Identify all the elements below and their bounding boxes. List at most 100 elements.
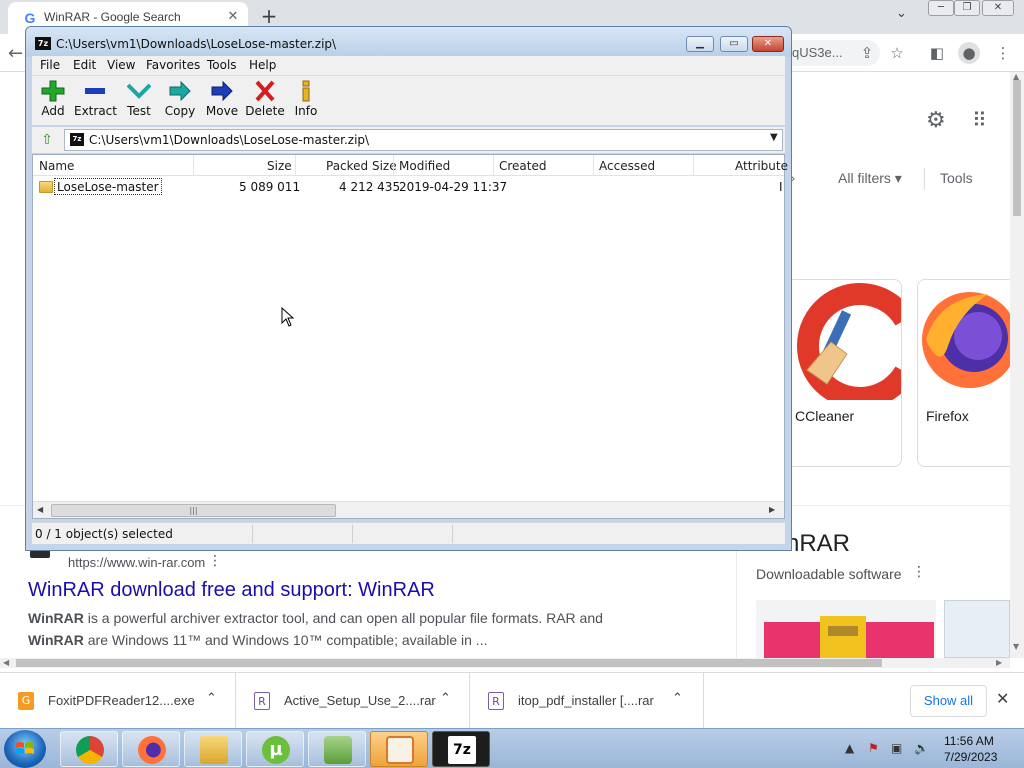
ccleaner-card[interactable]: CCleaner — [786, 279, 902, 467]
page-vertical-scrollbar[interactable]: ▲ ▼ — [1010, 72, 1024, 658]
action-center-icon[interactable]: ⚑ — [868, 741, 879, 755]
taskbar-explorer[interactable] — [184, 731, 242, 767]
minimize-button[interactable]: ▁ — [686, 36, 714, 52]
folder-up-icon[interactable]: ⇧ — [36, 131, 58, 149]
all-filters-button[interactable]: All filters ▾ — [838, 170, 902, 187]
tools-button[interactable]: Tools — [940, 170, 973, 186]
firefox-card[interactable]: Firefox — [917, 279, 1010, 467]
chevron-up-icon[interactable]: ⌃ — [672, 691, 683, 706]
menu-tools[interactable]: Tools — [207, 58, 237, 72]
scrollbar-thumb[interactable] — [1013, 80, 1021, 216]
column-created[interactable]: Created — [499, 159, 547, 173]
rar-file-icon: R — [488, 692, 504, 710]
close-button[interactable]: ✕ — [752, 36, 784, 52]
download-item[interactable]: R Active_Setup_Use_2....rar ⌃ — [236, 673, 470, 729]
scroll-up-icon[interactable]: ▲ — [1013, 72, 1019, 81]
menu-help[interactable]: Help — [249, 58, 276, 72]
column-separator[interactable] — [193, 155, 194, 176]
bookmark-star-icon[interactable]: ☆ — [886, 42, 908, 64]
column-packed-size[interactable]: Packed Size — [326, 159, 397, 173]
column-separator[interactable] — [393, 155, 394, 176]
move-button[interactable]: Move — [201, 78, 243, 124]
chevron-up-icon[interactable]: ⌃ — [206, 691, 217, 706]
scrollbar-thumb[interactable]: ||| — [51, 504, 336, 517]
more-options-icon[interactable]: ⋮ — [912, 564, 926, 580]
tray-expand-icon[interactable]: ▲ — [845, 741, 854, 755]
apps-grid-icon[interactable]: ⠿ — [972, 108, 987, 132]
chrome-minimize-button[interactable]: ─ — [928, 0, 954, 16]
column-separator[interactable] — [693, 155, 694, 176]
back-arrow-icon[interactable]: ← — [8, 43, 23, 64]
winrar-box-image[interactable] — [756, 600, 936, 658]
tab-search-chevron-icon[interactable]: ⌄ — [896, 6, 907, 21]
new-tab-button[interactable]: + — [258, 5, 280, 27]
copy-button[interactable]: Copy — [159, 78, 201, 124]
menu-favorites[interactable]: Favorites — [146, 58, 200, 72]
column-name[interactable]: Name — [39, 159, 74, 173]
download-item[interactable]: R itop_pdf_installer [....rar ⌃ — [470, 673, 704, 729]
chrome-close-button[interactable]: ✕ — [982, 0, 1014, 16]
page-horizontal-scrollbar[interactable]: ◀ ▶ — [0, 658, 1010, 668]
test-button[interactable]: Test — [118, 78, 160, 124]
download-item[interactable]: G FoxitPDFReader12....exe ⌃ — [0, 673, 236, 729]
taskbar-notepadpp[interactable] — [308, 731, 366, 767]
firefox-logo-icon — [922, 292, 1010, 388]
taskbar-chrome[interactable] — [60, 731, 118, 767]
scrollbar-thumb[interactable] — [16, 659, 882, 667]
table-row[interactable]: LoseLose-master 5 089 011 4 212 435 2019… — [33, 178, 784, 196]
profile-avatar[interactable]: ● — [958, 42, 980, 64]
column-separator[interactable] — [493, 155, 494, 176]
scroll-right-icon[interactable]: ▶ — [996, 658, 1002, 667]
column-attributes[interactable]: Attribute — [735, 159, 788, 173]
file-list[interactable]: Name Size Packed Size Modified Created A… — [32, 154, 788, 519]
column-separator[interactable] — [295, 155, 296, 176]
maximize-button[interactable]: ▭ — [720, 36, 748, 52]
taskbar-7zip[interactable]: 7z — [432, 731, 490, 767]
row-name[interactable]: LoseLose-master — [54, 178, 162, 195]
taskbar-archive-manager[interactable] — [370, 731, 428, 767]
start-button[interactable] — [4, 730, 46, 768]
extract-button[interactable]: Extract — [74, 78, 117, 124]
copy-arrow-icon — [169, 80, 191, 102]
scroll-right-icon[interactable]: ▶ — [769, 505, 775, 514]
tab-close-icon[interactable]: ✕ — [224, 8, 242, 26]
side-panel-icon[interactable]: ◧ — [926, 42, 948, 64]
volume-muted-icon[interactable]: 🔈 — [914, 741, 929, 755]
clock-date[interactable]: 7/29/2023 — [944, 750, 997, 764]
scroll-down-icon[interactable]: ▼ — [1013, 642, 1019, 651]
share-icon[interactable]: ⇪ — [856, 42, 878, 64]
list-header: Name Size Packed Size Modified Created A… — [33, 155, 788, 176]
ccleaner-logo-icon — [796, 283, 901, 409]
chevron-up-icon[interactable]: ⌃ — [440, 691, 451, 706]
menu-file[interactable]: File — [40, 58, 60, 72]
dropdown-arrow-icon[interactable]: ▼ — [770, 132, 778, 143]
column-accessed[interactable]: Accessed — [599, 159, 655, 173]
delete-button[interactable]: Delete — [244, 78, 286, 124]
taskbar-firefox[interactable] — [122, 731, 180, 767]
clock-time[interactable]: 11:56 AM — [944, 734, 994, 748]
gear-icon[interactable]: ⚙ — [926, 108, 946, 133]
close-downloads-icon[interactable]: ✕ — [996, 689, 1009, 708]
scroll-left-icon[interactable]: ◀ — [37, 505, 43, 514]
chrome-restore-button[interactable]: ❐ — [954, 0, 980, 16]
path-combobox[interactable]: 7z C:\Users\vm1\Downloads\LoseLose-maste… — [64, 129, 783, 151]
row-attributes: I — [779, 180, 783, 194]
add-button[interactable]: Add — [32, 78, 74, 124]
winrar-screenshot-image[interactable] — [944, 600, 1010, 658]
list-horizontal-scrollbar[interactable]: ◀ ||| ▶ — [33, 501, 784, 518]
result-title-link[interactable]: WinRAR download free and support: WinRAR — [28, 579, 435, 602]
show-all-downloads-button[interactable]: Show all — [910, 685, 987, 717]
chrome-menu-icon[interactable]: ⋮ — [992, 42, 1014, 64]
column-size[interactable]: Size — [267, 159, 292, 173]
menu-edit[interactable]: Edit — [73, 58, 96, 72]
column-separator[interactable] — [593, 155, 594, 176]
result-url[interactable]: https://www.win-rar.com — [68, 555, 205, 570]
column-modified[interactable]: Modified — [399, 159, 450, 173]
scroll-left-icon[interactable]: ◀ — [3, 658, 9, 667]
info-button[interactable]: Info — [285, 78, 327, 124]
sevenzip-titlebar[interactable]: 7z C:\Users\vm1\Downloads\LoseLose-maste… — [26, 27, 791, 57]
menu-view[interactable]: View — [107, 58, 135, 72]
more-options-icon[interactable]: ⋮ — [208, 553, 222, 569]
taskbar-utorrent[interactable]: µ — [246, 731, 304, 767]
network-icon[interactable]: ▣ — [891, 741, 902, 755]
